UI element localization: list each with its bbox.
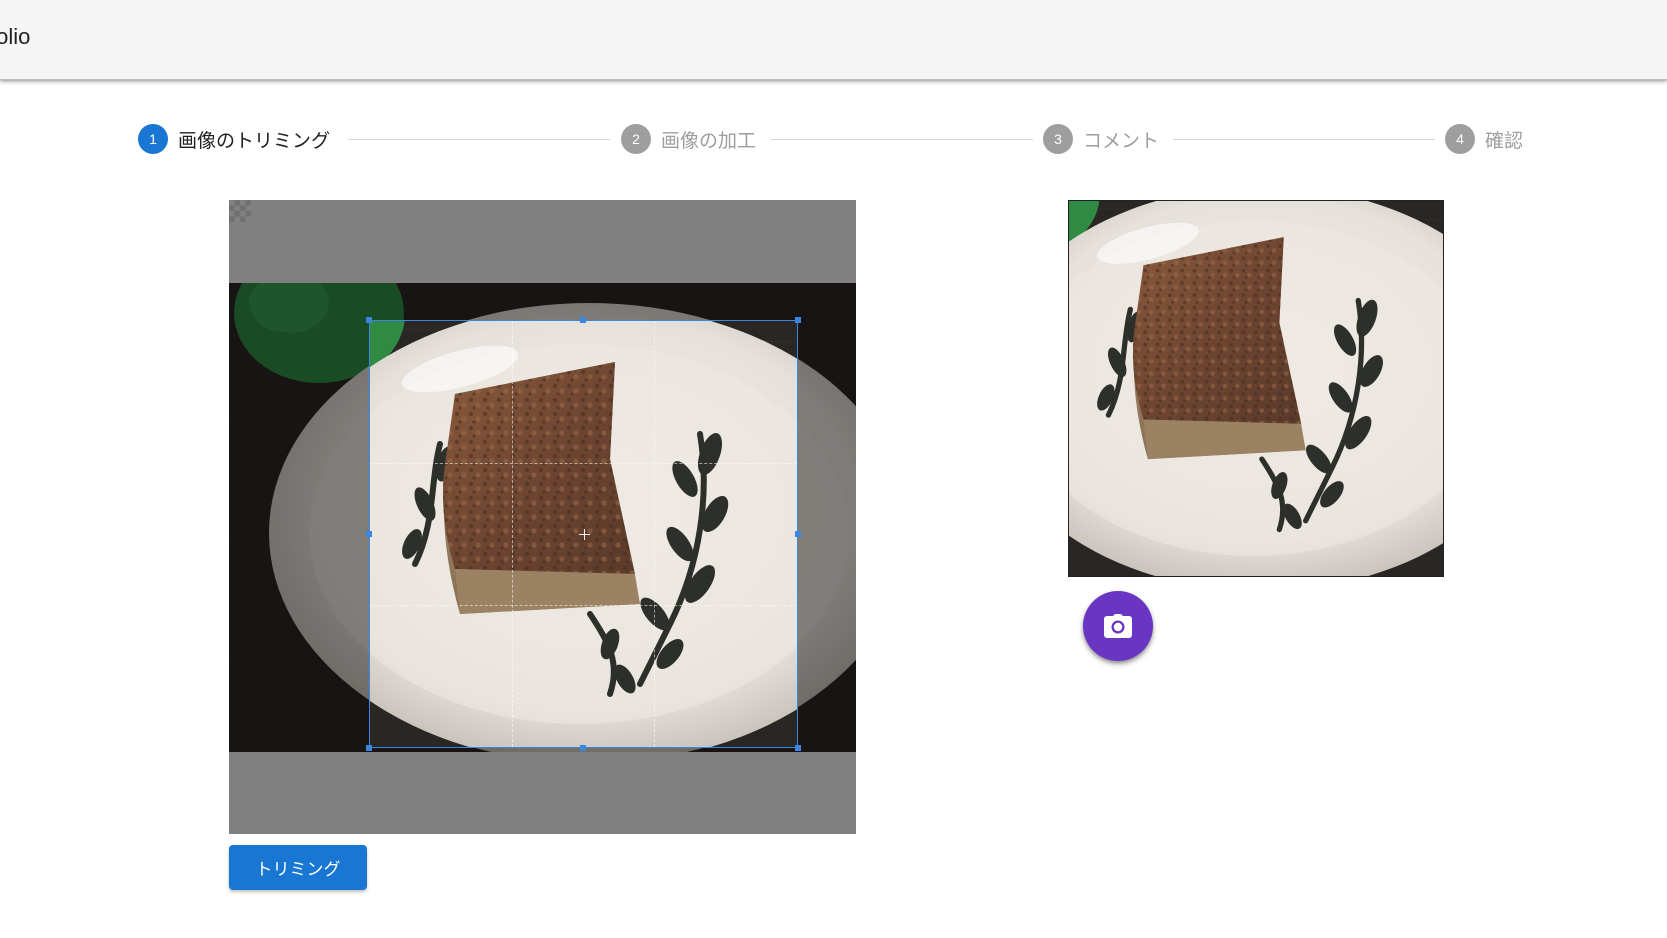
crop-handle-sw[interactable] [366,745,372,751]
crop-handle-ne[interactable] [795,317,801,323]
step-4-label: 確認 [1485,129,1524,152]
step-4-number: 4 [1445,124,1475,154]
step-3-number: 3 [1043,124,1073,154]
camera-button[interactable] [1083,591,1153,661]
camera-icon [1104,614,1132,638]
app-bar: folio [0,0,1667,80]
step-2[interactable]: 2 画像の加工 [621,124,756,154]
stepper: 1 画像のトリミング 2 画像の加工 3 コメント 4 確認 [0,118,1667,162]
crop-handle-nw[interactable] [366,317,372,323]
step-3[interactable]: 3 コメント [1043,124,1159,154]
step-connector [1173,139,1435,140]
crop-handle-s[interactable] [580,745,586,751]
step-connector [771,139,1033,140]
transparency-pattern [229,200,251,222]
crop-handle-w[interactable] [366,531,372,537]
step-2-label: 画像の加工 [661,129,757,152]
crop-center-icon [579,529,590,540]
trim-button[interactable]: トリミング [229,845,367,890]
step-1-label: 画像のトリミング [178,129,331,152]
cropped-preview [1068,200,1444,577]
crop-handle-e[interactable] [795,531,801,537]
step-3-label: コメント [1083,129,1160,152]
crop-selection-box[interactable] [369,320,798,748]
step-connector [348,139,610,140]
cropped-preview-photo [1069,201,1444,577]
app-title: folio [0,24,31,49]
step-1-number: 1 [138,124,168,154]
step-1[interactable]: 1 画像のトリミング [138,124,330,154]
step-2-number: 2 [621,124,651,154]
crop-handle-se[interactable] [795,745,801,751]
step-4[interactable]: 4 確認 [1445,124,1523,154]
crop-handle-n[interactable] [580,317,586,323]
image-cropper[interactable] [229,200,856,834]
